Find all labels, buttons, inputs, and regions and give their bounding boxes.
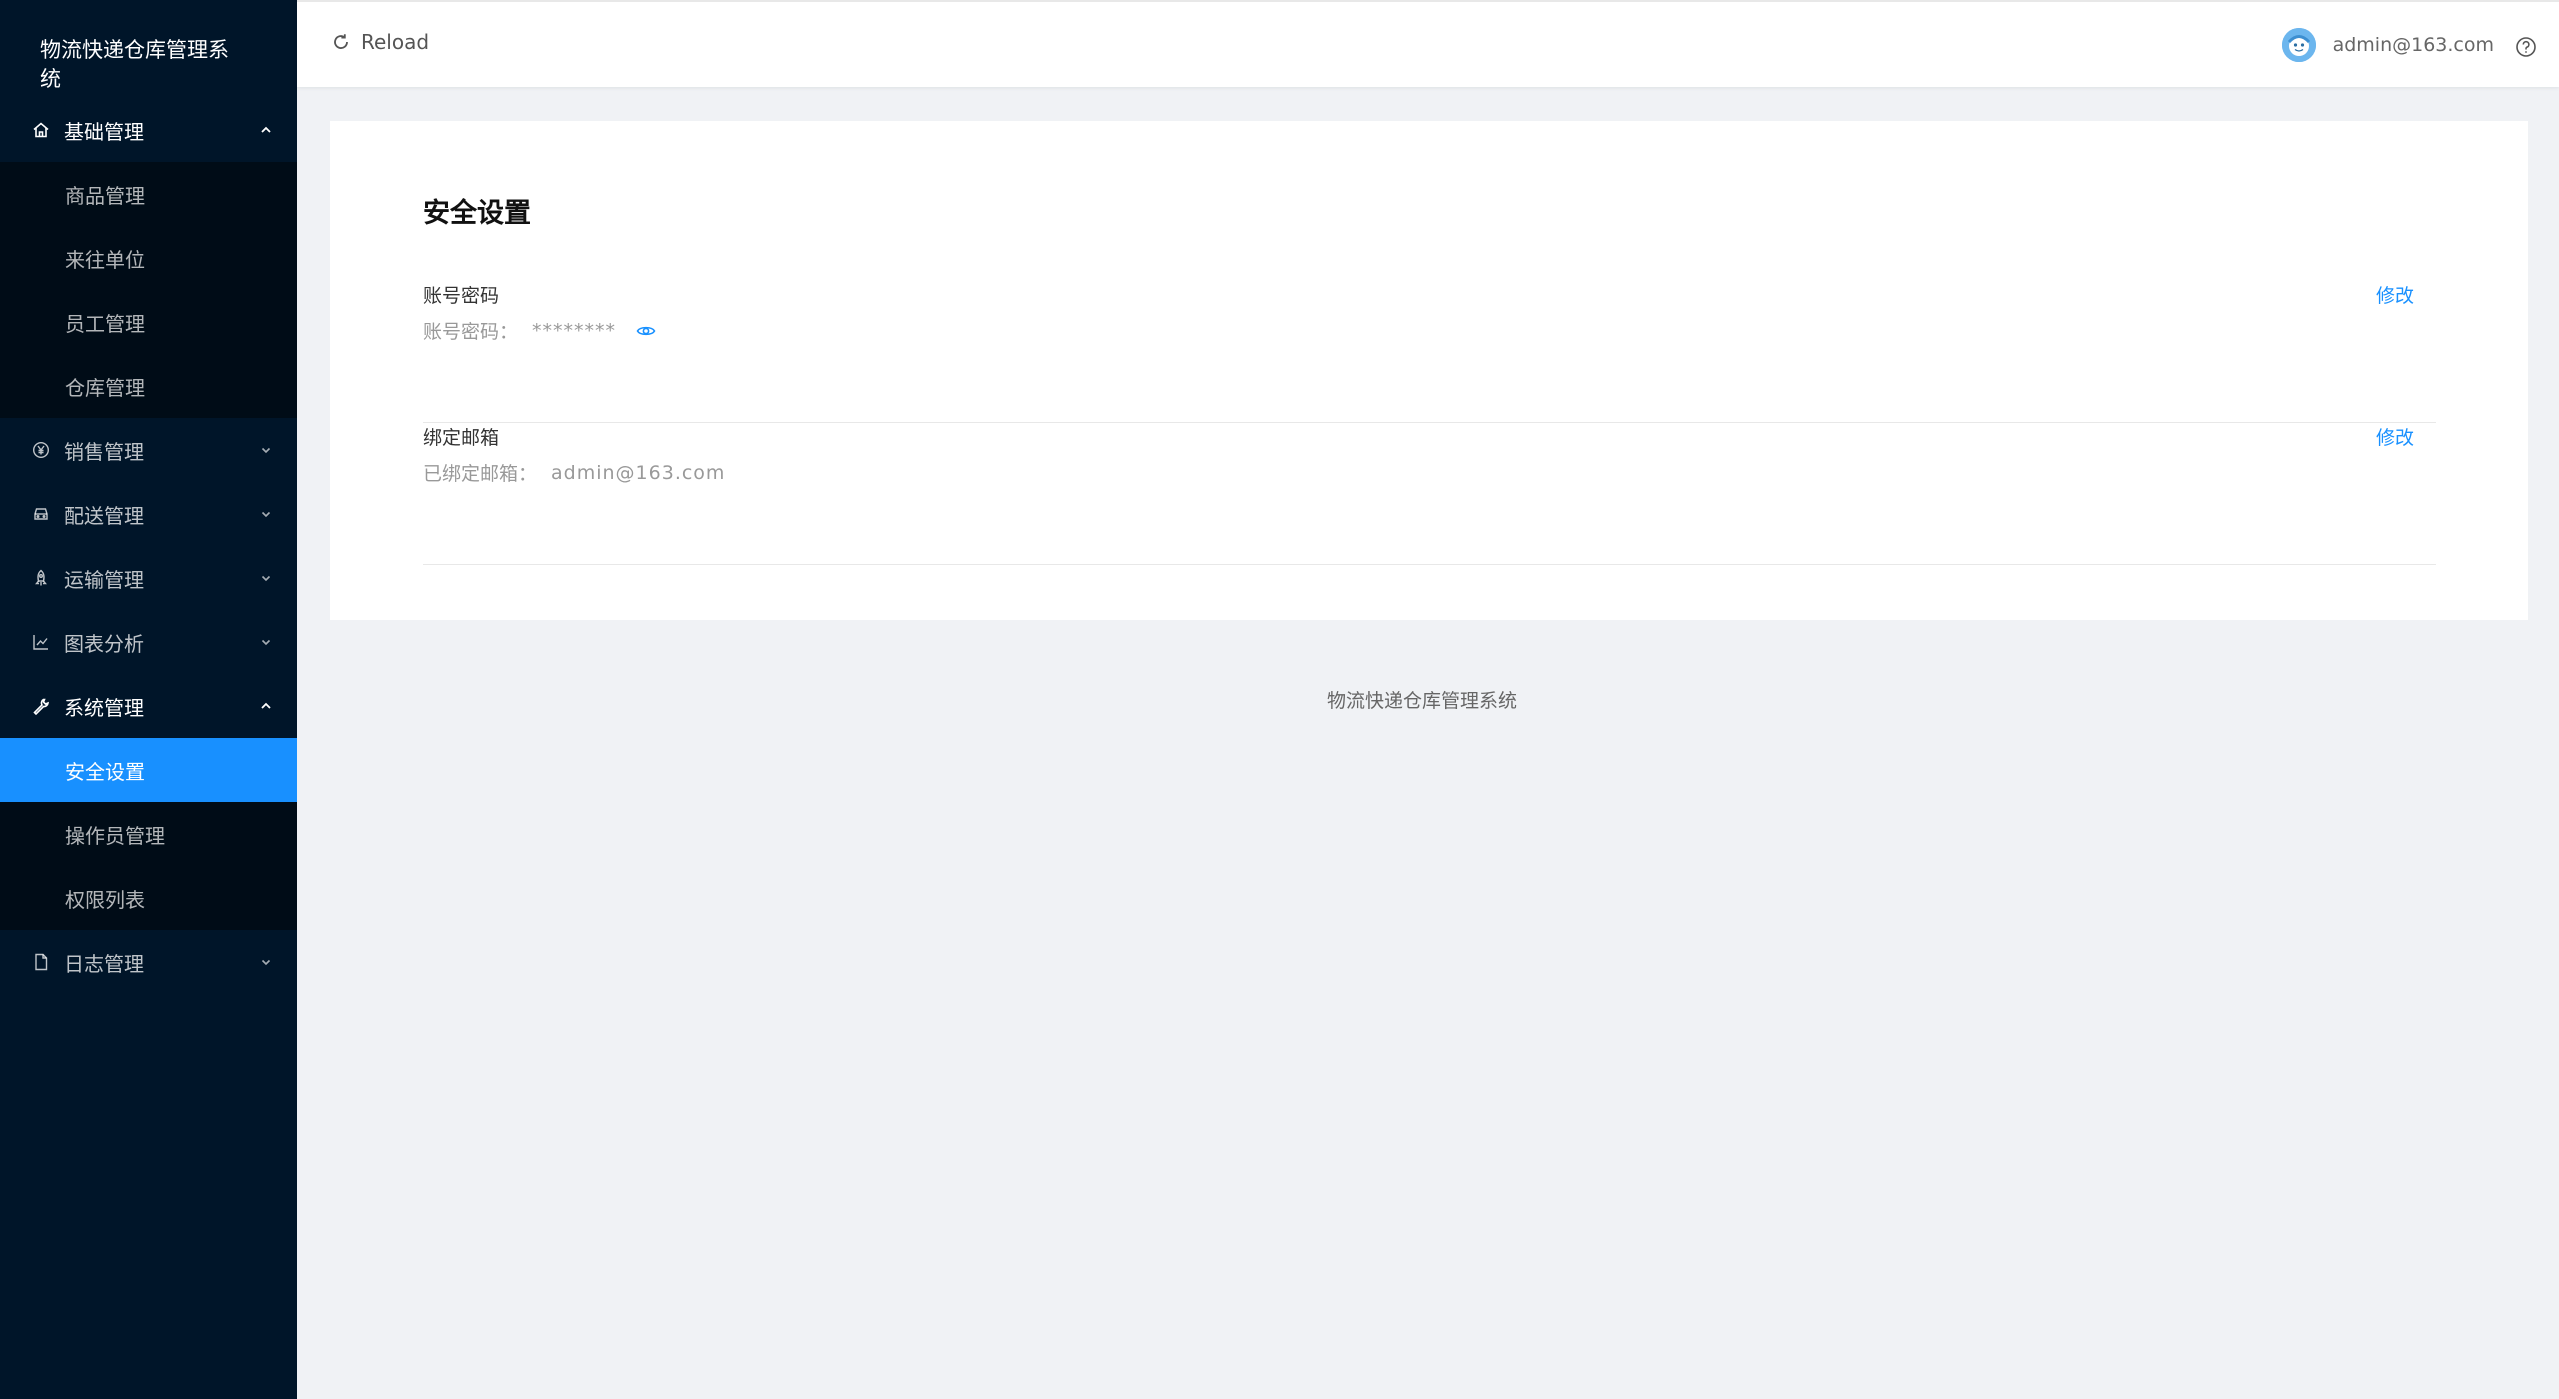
line-chart-icon [32,633,50,651]
page-title: 安全设置 [423,198,531,229]
reload-button[interactable]: Reload [331,30,429,54]
car-icon [32,505,50,523]
menu-group-system: 系统管理 安全设置 操作员管理 权限列表 [0,674,297,930]
menu-item-employees[interactable]: 员工管理 [0,290,297,354]
menu-delivery-management[interactable]: 配送管理 [0,482,297,546]
email-row-title: 绑定邮箱 [423,427,500,449]
menu-item-products[interactable]: 商品管理 [0,162,297,226]
menu-label: 销售管理 [64,439,144,464]
edit-email-link[interactable]: 修改 [2376,423,2414,450]
tool-icon [32,697,50,715]
top-header: Reload admin@163.com [297,0,2559,87]
password-desc-label: 账号密码： [423,321,519,343]
submenu-system: 安全设置 操作员管理 权限列表 [0,738,297,930]
menu-group-basic: 基础管理 商品管理 来往单位 员工管理 仓库管理 [0,98,297,418]
password-masked-value: ******** [532,319,617,342]
menu-item-security-settings[interactable]: 安全设置 [0,738,297,802]
rocket-icon [32,569,50,587]
menu-chart-analysis[interactable]: 图表分析 [0,610,297,674]
menu-item-warehouses[interactable]: 仓库管理 [0,354,297,418]
menu-item-permissions[interactable]: 权限列表 [0,866,297,930]
chevron-down-icon [259,443,273,457]
submenu-basic: 商品管理 来往单位 员工管理 仓库管理 [0,162,297,418]
password-row-desc: 账号密码： ******** [423,317,656,344]
user-menu[interactable]: admin@163.com [2281,28,2494,62]
menu-basic-management[interactable]: 基础管理 [0,98,297,162]
menu-item-operators[interactable]: 操作员管理 [0,802,297,866]
menu-sales-management[interactable]: 销售管理 [0,418,297,482]
menu-label: 配送管理 [64,503,144,528]
chevron-down-icon [259,571,273,585]
question-circle-icon[interactable] [2515,36,2537,58]
footer-text: 物流快递仓库管理系统 [1327,690,1518,712]
app-title: 物流快递仓库管理系统 [40,38,229,91]
chevron-down-icon [259,507,273,521]
chevron-up-icon [259,699,273,713]
email-setting-row: 绑定邮箱 已绑定邮箱： admin@163.com 修改 [423,423,2436,565]
email-desc-label: 已绑定邮箱： [423,463,538,485]
menu-label: 系统管理 [64,695,144,720]
sidebar: 物流快递仓库管理系统 基础管理 商品管理 来往单位 员工管理 仓库管理 销售管理 [0,0,297,1399]
menu-system-management[interactable]: 系统管理 [0,674,297,738]
menu-label: 日志管理 [64,951,144,976]
avatar [2281,28,2316,62]
edit-password-link[interactable]: 修改 [2376,281,2414,308]
password-setting-row: 账号密码 账号密码： ******** 修改 [423,281,2436,423]
eye-icon[interactable] [636,321,656,341]
bound-email-value: admin@163.com [551,461,726,484]
chevron-up-icon [259,123,273,137]
chevron-down-icon [259,955,273,969]
menu-item-partners[interactable]: 来往单位 [0,226,297,290]
email-row-desc: 已绑定邮箱： admin@163.com [423,459,725,486]
menu-label: 图表分析 [64,631,144,656]
menu-label: 运输管理 [64,567,144,592]
password-row-title: 账号密码 [423,285,500,307]
yen-icon [32,441,50,459]
menu-label: 基础管理 [64,119,144,144]
security-settings-card: 安全设置 账号密码 账号密码： ******** 修改 绑定邮箱 已绑定邮箱： … [330,121,2528,620]
reload-icon [334,34,348,49]
chevron-down-icon [259,635,273,649]
menu-log-management[interactable]: 日志管理 [0,930,297,994]
home-icon [32,121,50,139]
reload-label: Reload [361,30,430,54]
menu-transport-management[interactable]: 运输管理 [0,546,297,610]
file-icon [32,953,50,971]
username: admin@163.com [2332,34,2494,56]
